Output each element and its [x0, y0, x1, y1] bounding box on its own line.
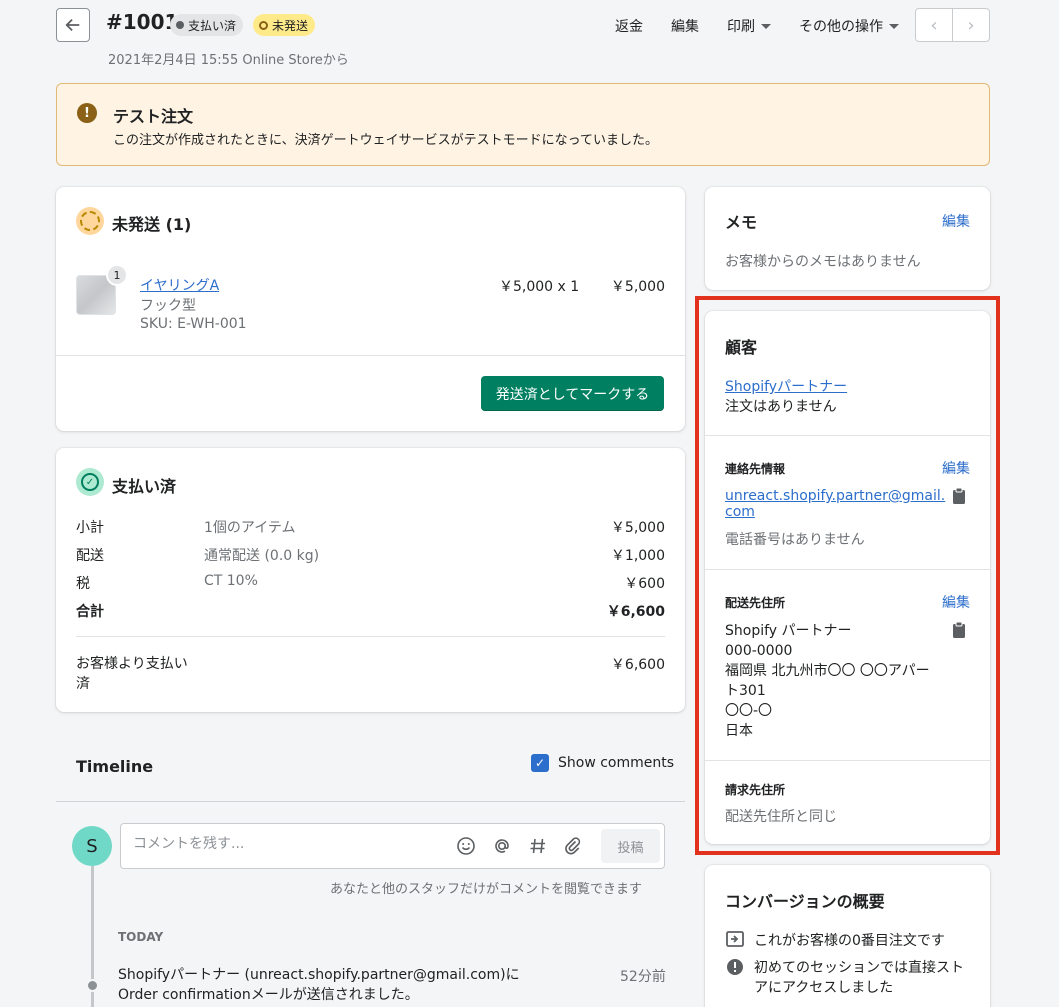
caret-down-icon	[761, 23, 771, 29]
order-icon	[725, 929, 745, 949]
post-comment-button[interactable]: 投稿	[601, 829, 660, 863]
emoji-icon[interactable]	[455, 835, 477, 857]
banner-title: テスト注文	[113, 107, 194, 126]
total-amount: ￥6,600	[606, 604, 665, 620]
clipboard-icon[interactable]	[952, 621, 966, 639]
unfulfilled-status-icon	[76, 207, 104, 235]
staff-visibility-note: あなたと他のスタッフだけがコメントを閲覧できます	[330, 882, 643, 897]
comment-box: 投稿	[120, 823, 665, 869]
paid-by-customer-label: お客様より支払い済	[76, 656, 188, 692]
conversion-title: コンバージョンの概要	[725, 892, 885, 911]
timeline-day-label: TODAY	[118, 930, 164, 944]
paid-title: 支払い済	[112, 477, 177, 496]
billing-address-title: 請求先住所	[725, 783, 786, 797]
hashtag-icon[interactable]	[527, 835, 549, 857]
tax-label: 税	[76, 576, 90, 592]
customer-phone: 電話番号はありません	[725, 532, 865, 548]
back-button[interactable]	[56, 8, 90, 42]
unit-price: ￥5,000 x 1	[499, 279, 580, 295]
fulfillment-status-badge: 未発送	[253, 14, 316, 36]
next-order-button[interactable]: ›	[952, 9, 989, 41]
show-comments-label[interactable]: Show comments	[558, 755, 674, 771]
arrow-left-icon	[65, 18, 80, 32]
shipping-label: 配送	[76, 548, 104, 564]
memo-empty-text: お客様からのメモはありません	[725, 254, 921, 270]
timeline-event-text: Shopifyパートナー (unreact.shopify.partner@gm…	[118, 967, 520, 1003]
tax-amount: ￥600	[624, 576, 665, 592]
edit-order-button[interactable]: 編集	[671, 16, 699, 36]
shipping-amount: ￥1,000	[610, 548, 665, 564]
shipping-detail: 通常配送 (0.0 kg)	[204, 548, 320, 564]
divider	[56, 801, 685, 802]
paid-status-icon: ✓	[76, 468, 104, 496]
divider	[56, 355, 685, 356]
product-link[interactable]: イヤリングA	[140, 275, 219, 295]
subtotal-amount: ￥5,000	[610, 520, 665, 536]
product-sku: SKU: E-WH-001	[140, 316, 247, 332]
product-variant: フック型	[140, 298, 196, 314]
status-ring-icon	[259, 20, 268, 30]
divider	[705, 569, 990, 570]
customer-title: 顧客	[725, 338, 758, 357]
test-order-banner: ! テスト注文 この注文が作成されたときに、決済ゲートウェイサービスがテストモー…	[56, 83, 990, 166]
shipping-address: Shopify パートナー 000-0000 福岡県 北九州市〇〇 〇〇アパー …	[725, 623, 930, 739]
shipping-address-title: 配送先住所	[725, 596, 786, 610]
payment-status-badge: 支払い済	[170, 14, 244, 36]
timeline-event-time: 52分前	[620, 969, 666, 985]
total-label: 合計	[76, 604, 104, 620]
order-pager: ‹ ›	[915, 8, 990, 42]
caret-down-icon	[889, 23, 899, 29]
order-subtitle: 2021年2月4日 15:55 Online Storeから	[108, 53, 349, 68]
line-total: ￥5,000	[610, 279, 665, 295]
refund-button[interactable]: 返金	[615, 16, 643, 36]
timeline-event-dot	[86, 979, 99, 992]
banner-text: この注文が作成されたときに、決済ゲートウェイサービスがテストモードになっていまし…	[113, 133, 658, 148]
show-comments-checkbox[interactable]: ✓	[531, 754, 549, 772]
info-icon	[725, 957, 745, 977]
paid-by-customer-amount: ￥6,600	[610, 657, 665, 673]
divider	[705, 435, 990, 436]
order-number: #1001	[106, 10, 179, 34]
print-menu-button[interactable]: 印刷	[727, 16, 771, 36]
mention-icon[interactable]	[491, 835, 513, 857]
customer-email-link[interactable]: unreact.shopify.partner@gmail. com	[725, 488, 945, 520]
clipboard-icon[interactable]	[952, 487, 966, 505]
previous-order-button[interactable]: ‹	[916, 9, 952, 41]
edit-memo-link[interactable]: 編集	[942, 211, 970, 231]
warning-icon: !	[77, 103, 97, 123]
customer-orders: 注文はありません	[725, 399, 837, 415]
status-dot-icon	[176, 21, 184, 29]
avatar: S	[72, 826, 112, 866]
contact-info-title: 連絡先情報	[725, 462, 786, 476]
subtotal-label: 小計	[76, 520, 104, 536]
divider	[705, 760, 990, 761]
checkmark-icon: ✓	[81, 473, 99, 491]
customer-card: 顧客 Shopifyパートナー 注文はありません 連絡先情報 編集 unreac…	[705, 311, 990, 844]
more-actions-button[interactable]: その他の操作	[799, 16, 899, 36]
conversion-line-2: 初めてのセッションでは直接スト アにアクセスしました	[754, 960, 964, 996]
attachment-icon[interactable]	[562, 835, 584, 857]
customer-name-link[interactable]: Shopifyパートナー	[725, 376, 847, 396]
edit-shipping-link[interactable]: 編集	[942, 592, 970, 612]
mark-as-fulfilled-button[interactable]: 発送済としてマークする	[481, 376, 664, 411]
memo-card: メモ 編集 お客様からのメモはありません	[705, 187, 990, 290]
billing-address-same: 配送先住所と同じ	[725, 809, 837, 825]
quantity-badge: 1	[106, 264, 128, 286]
comment-input[interactable]	[133, 836, 433, 852]
unfulfilled-title: 未発送 (1)	[112, 215, 192, 234]
divider	[76, 636, 665, 637]
subtotal-detail: 1個のアイテム	[204, 520, 296, 536]
edit-contact-link[interactable]: 編集	[942, 458, 970, 478]
conversion-summary-card: コンバージョンの概要 これがお客様の0番目注文です 初めてのセッションでは直接ス…	[705, 865, 990, 1007]
unfulfilled-card: 未発送 (1) 1 イヤリングA フック型 SKU: E-WH-001 ￥5,0…	[56, 187, 685, 431]
timeline-title: Timeline	[76, 757, 154, 776]
conversion-line-1: これがお客様の0番目注文です	[754, 933, 945, 949]
paid-card: ✓ 支払い済 小計 1個のアイテム ￥5,000 配送 通常配送 (0.0 kg…	[56, 448, 685, 712]
memo-title: メモ	[725, 213, 758, 232]
tax-detail: CT 10%	[204, 573, 258, 589]
